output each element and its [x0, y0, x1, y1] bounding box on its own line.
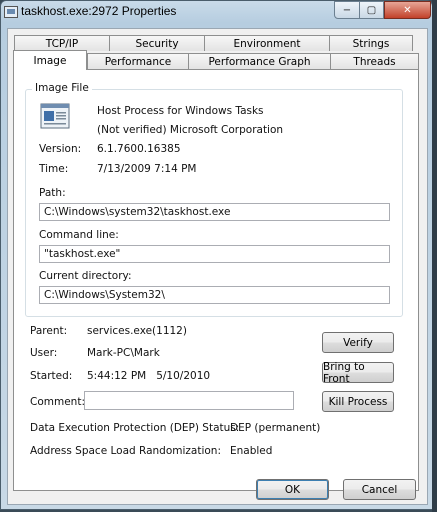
aslr-value: Enabled [230, 445, 273, 457]
user-label: User: [30, 347, 58, 359]
application-icon [40, 103, 70, 129]
parent-value: services.exe(1112) [87, 325, 187, 337]
command-line-label: Command line: [39, 229, 119, 241]
tab-environment[interactable]: Environment [204, 35, 330, 51]
tab-performance[interactable]: Performance [87, 53, 189, 69]
app-icon [4, 6, 18, 18]
user-value: Mark-PC\Mark [87, 347, 160, 359]
tab-performance-graph[interactable]: Performance Graph [188, 53, 331, 69]
tab-threads[interactable]: Threads [330, 53, 419, 69]
comment-field[interactable] [84, 391, 294, 410]
minimize-button[interactable]: − [334, 1, 360, 19]
version-value: 6.1.7600.16385 [97, 143, 181, 155]
path-label: Path: [39, 187, 66, 199]
time-label: Time: [39, 163, 69, 175]
tab-strings[interactable]: Strings [329, 35, 413, 51]
dep-label: Data Execution Protection (DEP) Status: [30, 422, 240, 434]
tab-tcp-ip[interactable]: TCP/IP [14, 35, 110, 51]
close-button[interactable]: ✕ [384, 1, 431, 19]
maximize-button[interactable]: ▢ [359, 1, 384, 19]
image-file-group-title: Image File [32, 82, 92, 94]
kill-process-button[interactable]: Kill Process [322, 391, 394, 412]
aslr-label: Address Space Load Randomization: [30, 445, 221, 457]
properties-window: taskhost.exe:2972 Properties − ▢ ✕ TCP/I… [0, 0, 433, 510]
parent-label: Parent: [30, 325, 68, 337]
dep-value: DEP (permanent) [230, 422, 321, 434]
path-field[interactable]: C:\Windows\system32\taskhost.exe [39, 203, 390, 221]
started-label: Started: [30, 370, 73, 382]
version-label: Version: [39, 143, 82, 155]
image-description: Host Process for Windows Tasks [97, 105, 264, 117]
verify-button[interactable]: Verify [322, 332, 394, 353]
current-directory-label: Current directory: [39, 270, 132, 282]
image-company: (Not verified) Microsoft Corporation [97, 124, 284, 136]
dialog-client: TCP/IP Security Environment Strings Imag… [7, 28, 428, 505]
time-value: 7/13/2009 7:14 PM [97, 163, 197, 175]
bring-to-front-button[interactable]: Bring to Front [322, 361, 394, 385]
desktop-edge [432, 0, 437, 512]
title-bar[interactable]: taskhost.exe:2972 Properties − ▢ ✕ [1, 1, 432, 25]
window-title: taskhost.exe:2972 Properties [21, 4, 177, 18]
tab-image[interactable]: Image [13, 50, 87, 70]
started-value: 5:44:12 PM 5/10/2010 [87, 370, 211, 382]
ok-button[interactable]: OK [256, 479, 329, 500]
command-line-field[interactable]: "taskhost.exe" [39, 245, 390, 263]
cancel-button[interactable]: Cancel [343, 479, 416, 500]
tab-security[interactable]: Security [109, 35, 205, 51]
current-directory-field[interactable]: C:\Windows\System32\ [39, 286, 390, 304]
comment-label: Comment: [30, 396, 85, 408]
